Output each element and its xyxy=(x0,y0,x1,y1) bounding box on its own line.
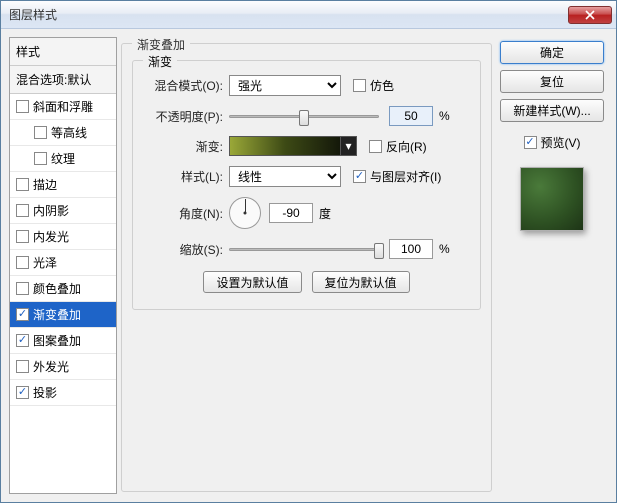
new-style-button[interactable]: 新建样式(W)... xyxy=(500,99,604,122)
gradient-row: 渐变: ▾ 反向(R) xyxy=(145,136,468,156)
align-check[interactable]: 与图层对齐(I) xyxy=(353,168,441,185)
main-panel: 渐变叠加 渐变 混合模式(O): 强光 仿色 不透明度(P): xyxy=(121,37,492,494)
style-item-gradient-overlay[interactable]: 渐变叠加 xyxy=(10,302,116,328)
slider-thumb[interactable] xyxy=(299,110,309,126)
content-area: 样式 混合选项:默认 斜面和浮雕 等高线 纹理 描边 内阴影 内发光 光泽 颜色… xyxy=(1,29,616,502)
blend-mode-row: 混合模式(O): 强光 仿色 xyxy=(145,75,468,96)
checkbox[interactable] xyxy=(16,386,29,399)
gradient-group: 渐变 混合模式(O): 强光 仿色 不透明度(P): xyxy=(132,60,481,310)
default-buttons-row: 设置为默认值 复位为默认值 xyxy=(145,271,468,293)
checkbox[interactable] xyxy=(16,282,29,295)
scale-label: 缩放(S): xyxy=(145,241,229,258)
reverse-check[interactable]: 反向(R) xyxy=(369,138,427,155)
set-default-button[interactable]: 设置为默认值 xyxy=(203,271,301,293)
slider-thumb[interactable] xyxy=(374,243,384,259)
opacity-label: 不透明度(P): xyxy=(145,108,229,125)
group-title: 渐变叠加 xyxy=(132,36,190,53)
checkbox[interactable] xyxy=(353,79,366,92)
checkbox[interactable] xyxy=(369,140,382,153)
style-item-inner-glow[interactable]: 内发光 xyxy=(10,224,116,250)
blend-mode-label: 混合模式(O): xyxy=(145,77,229,94)
gradient-overlay-group: 渐变叠加 渐变 混合模式(O): 强光 仿色 不透明度(P): xyxy=(121,43,492,492)
style-item-contour[interactable]: 等高线 xyxy=(10,120,116,146)
scale-slider[interactable] xyxy=(229,240,379,258)
angle-input[interactable] xyxy=(269,203,313,223)
style-row: 样式(L): 线性 与图层对齐(I) xyxy=(145,166,468,187)
checkbox[interactable] xyxy=(16,204,29,217)
style-item-outer-glow[interactable]: 外发光 xyxy=(10,354,116,380)
close-icon xyxy=(585,10,595,20)
scale-row: 缩放(S): % xyxy=(145,239,468,259)
blend-mode-select[interactable]: 强光 xyxy=(229,75,341,96)
titlebar: 图层样式 xyxy=(1,1,616,29)
style-item-stroke[interactable]: 描边 xyxy=(10,172,116,198)
scale-unit: % xyxy=(439,242,450,256)
preview-check[interactable]: 预览(V) xyxy=(524,134,581,151)
style-item-inner-shadow[interactable]: 内阴影 xyxy=(10,198,116,224)
checkbox[interactable] xyxy=(16,178,29,191)
inner-title: 渐变 xyxy=(143,53,177,70)
opacity-row: 不透明度(P): % xyxy=(145,106,468,126)
opacity-slider[interactable] xyxy=(229,107,379,125)
angle-dial[interactable] xyxy=(229,197,261,229)
checkbox[interactable] xyxy=(524,136,537,149)
gradient-dropdown-arrow[interactable]: ▾ xyxy=(341,136,357,156)
checkbox[interactable] xyxy=(16,100,29,113)
style-select[interactable]: 线性 xyxy=(229,166,341,187)
close-button[interactable] xyxy=(568,6,612,24)
checkbox[interactable] xyxy=(34,152,47,165)
checkbox[interactable] xyxy=(16,308,29,321)
gradient-swatch[interactable] xyxy=(229,136,341,156)
style-item-satin[interactable]: 光泽 xyxy=(10,250,116,276)
checkbox[interactable] xyxy=(16,334,29,347)
checkbox[interactable] xyxy=(353,170,366,183)
styles-header[interactable]: 样式 xyxy=(10,38,116,66)
style-item-pattern-overlay[interactable]: 图案叠加 xyxy=(10,328,116,354)
window-title: 图层样式 xyxy=(9,6,568,23)
right-panel: 确定 复位 新建样式(W)... 预览(V) xyxy=(496,37,608,494)
style-item-drop-shadow[interactable]: 投影 xyxy=(10,380,116,406)
cancel-button[interactable]: 复位 xyxy=(500,70,604,93)
opacity-input[interactable] xyxy=(389,106,433,126)
checkbox[interactable] xyxy=(16,230,29,243)
angle-row: 角度(N): 度 xyxy=(145,197,468,229)
style-item-bevel[interactable]: 斜面和浮雕 xyxy=(10,94,116,120)
checkbox[interactable] xyxy=(34,126,47,139)
checkbox[interactable] xyxy=(16,360,29,373)
angle-unit: 度 xyxy=(319,205,331,222)
ok-button[interactable]: 确定 xyxy=(500,41,604,64)
blending-options-default[interactable]: 混合选项:默认 xyxy=(10,66,116,94)
checkbox[interactable] xyxy=(16,256,29,269)
style-label: 样式(L): xyxy=(145,168,229,185)
layer-style-dialog: 图层样式 样式 混合选项:默认 斜面和浮雕 等高线 纹理 描边 内阴影 内发光 … xyxy=(0,0,617,503)
dither-check[interactable]: 仿色 xyxy=(353,77,394,94)
opacity-unit: % xyxy=(439,109,450,123)
preview-thumbnail xyxy=(520,167,584,231)
style-item-texture[interactable]: 纹理 xyxy=(10,146,116,172)
angle-label: 角度(N): xyxy=(145,205,229,222)
scale-input[interactable] xyxy=(389,239,433,259)
styles-panel: 样式 混合选项:默认 斜面和浮雕 等高线 纹理 描边 内阴影 内发光 光泽 颜色… xyxy=(9,37,117,494)
gradient-label: 渐变: xyxy=(145,138,229,155)
reset-default-button[interactable]: 复位为默认值 xyxy=(312,271,410,293)
style-item-color-overlay[interactable]: 颜色叠加 xyxy=(10,276,116,302)
